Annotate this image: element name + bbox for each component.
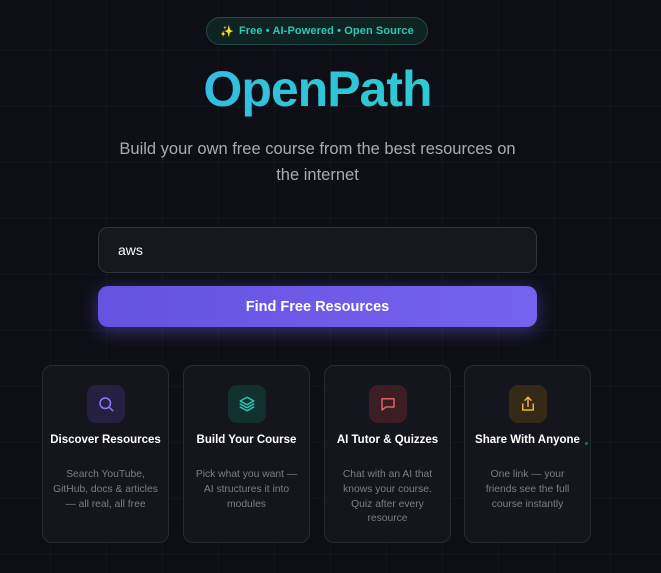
feature-card-discover: Discover Resources Search YouTube, GitHu… [42, 365, 169, 543]
layers-icon [228, 385, 266, 423]
feature-description: One link — your friends see the full cou… [485, 469, 570, 510]
feature-description: Chat with an AI that knows your course. … [342, 469, 433, 525]
search-input[interactable] [98, 227, 537, 273]
share-icon [509, 385, 547, 423]
feature-card-tutor: AI Tutor & Quizzes Chat with an AI that … [324, 365, 451, 543]
sparkles-icon: ✨ [220, 25, 234, 38]
feature-description: Search YouTube, GitHub, docs & articles … [53, 469, 158, 510]
feature-badge: ✨ Free • AI-Powered • Open Source [206, 17, 428, 45]
chat-icon [369, 385, 407, 423]
feature-card-share: Share With Anyone One link — your friend… [464, 365, 591, 543]
find-resources-button[interactable]: Find Free Resources [98, 286, 537, 327]
decorative-dot [585, 442, 588, 445]
search-icon [87, 385, 125, 423]
feature-title: AI Tutor & Quizzes [336, 434, 439, 446]
page-title: OpenPath [0, 60, 635, 118]
feature-title: Share With Anyone [475, 434, 580, 446]
feature-description: Pick what you want — AI structures it in… [195, 469, 298, 510]
feature-title: Discover Resources [50, 434, 161, 446]
page-subtitle: Build your own free course from the best… [119, 140, 516, 184]
feature-card-build: Build Your Course Pick what you want — A… [183, 365, 310, 543]
badge-text: Free • AI-Powered • Open Source [238, 25, 414, 37]
feature-title: Build Your Course [196, 434, 297, 446]
